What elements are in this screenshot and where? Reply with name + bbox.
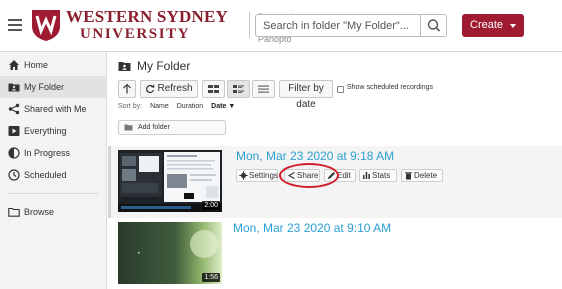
sidebar-divider [8, 193, 98, 194]
arrow-up-icon [123, 83, 131, 94]
home-icon [9, 60, 19, 70]
share-icon [8, 103, 20, 115]
add-folder-icon [124, 124, 133, 131]
sort-bar: Sort by: Name Duration Date ▼ [118, 103, 247, 110]
hamburger-menu-icon[interactable] [8, 19, 22, 31]
sidebar-item-home[interactable]: Home [0, 54, 106, 76]
filter-button-label: Filter by date [288, 83, 324, 110]
create-button-label: Create [470, 19, 504, 31]
chevron-down-icon [510, 24, 516, 28]
search-icon [427, 19, 441, 32]
sidebar-item-label: Shared with Me [24, 104, 87, 114]
recording-title-link[interactable]: Mon, Mar 23 2020 at 9:10 AM [233, 221, 391, 235]
sidebar-item-label: Browse [24, 207, 55, 217]
filter-by-date-button[interactable]: Filter by date [279, 80, 333, 110]
university-name-line2: UNIVERSITY [80, 26, 191, 42]
up-folder-button[interactable] [118, 80, 136, 98]
sidebar: Home My Folder Shared with Me Everything… [0, 52, 107, 289]
trash-icon [405, 172, 412, 180]
recording-thumbnail[interactable]: 2:00 [118, 150, 222, 212]
sidebar-item-label: Home [24, 60, 49, 70]
university-name-line1: WESTERN SYDNEY [66, 7, 228, 26]
list-view-icon [258, 85, 269, 93]
search-button[interactable] [420, 15, 446, 36]
recording-title-link[interactable]: Mon, Mar 23 2020 at 9:18 AM [236, 149, 394, 163]
sidebar-item-in-progress[interactable]: In Progress [0, 142, 106, 164]
top-header: WESTERN SYDNEY UNIVERSITY Powered by Pan… [0, 0, 562, 52]
refresh-icon [146, 84, 155, 94]
folder-icon [8, 207, 20, 217]
toolbar: Refresh Filter by date Show scheduled re… [118, 80, 558, 110]
sidebar-item-label: Everything [24, 126, 67, 136]
edit-label: Edit [337, 171, 351, 180]
sidebar-item-label: In Progress [24, 148, 71, 158]
create-button[interactable]: Create [462, 14, 524, 37]
duration-badge: 2:00 [202, 201, 220, 210]
add-folder-label: Add folder [138, 124, 170, 131]
search-box [255, 14, 447, 37]
gear-icon [239, 171, 248, 180]
sort-by-date-label: Date [211, 103, 227, 110]
sidebar-item-label: My Folder [24, 82, 65, 92]
settings-button[interactable]: Settings [236, 169, 278, 182]
folder-user-icon [118, 62, 131, 71]
refresh-button-label: Refresh [157, 83, 193, 94]
bar-chart-icon [363, 172, 370, 179]
grid-view-icon [208, 85, 219, 93]
recording-row: 2:00 Mon, Mar 23 2020 at 9:18 AM Setting… [108, 146, 562, 218]
sidebar-item-everything[interactable]: Everything [0, 120, 106, 142]
settings-label: Settings [249, 171, 278, 180]
view-details-button[interactable] [227, 80, 250, 98]
progress-icon [8, 147, 20, 159]
folder-title-text: My Folder [137, 59, 191, 73]
sidebar-item-shared-with-me[interactable]: Shared with Me [0, 98, 106, 120]
add-folder-button[interactable]: Add folder [118, 120, 226, 135]
university-wordmark: WESTERN SYDNEY UNIVERSITY [66, 8, 228, 42]
delete-button[interactable]: Delete [401, 169, 443, 182]
sidebar-item-scheduled[interactable]: Scheduled [0, 164, 106, 186]
sidebar-item-my-folder[interactable]: My Folder [0, 76, 106, 98]
share-highlight-annotation [279, 163, 339, 188]
details-view-icon [233, 85, 244, 93]
delete-label: Delete [414, 171, 438, 180]
duration-badge: 1:56 [202, 273, 220, 282]
folder-user-icon [8, 83, 20, 92]
sidebar-item-browse[interactable]: Browse [0, 201, 106, 223]
sidebar-item-label: Scheduled [24, 170, 67, 180]
stats-button[interactable]: Stats [359, 169, 397, 182]
recording-row: 1:56 Mon, Mar 23 2020 at 9:10 AM [108, 218, 562, 289]
main-content: My Folder Refresh Filter by date Show sc… [108, 52, 562, 289]
sort-by-date[interactable]: Date ▼ [211, 103, 241, 110]
sort-by-name[interactable]: Name [150, 103, 169, 110]
show-scheduled-checkbox[interactable] [337, 86, 344, 93]
university-crest-logo [32, 10, 60, 41]
view-grid-button[interactable] [202, 80, 225, 98]
video-play-icon [8, 126, 20, 136]
refresh-button[interactable]: Refresh [140, 80, 198, 98]
clock-icon [8, 169, 20, 181]
panopto-page: WESTERN SYDNEY UNIVERSITY Powered by Pan… [0, 0, 562, 289]
search-input[interactable] [256, 15, 422, 36]
sort-label: Sort by: [118, 103, 143, 110]
sort-by-duration[interactable]: Duration [177, 103, 203, 110]
view-list-button[interactable] [252, 80, 275, 98]
recording-thumbnail[interactable]: 1:56 [118, 222, 222, 284]
stats-label: Stats [372, 171, 391, 180]
show-scheduled-label: Show scheduled recordings [347, 84, 433, 91]
sort-desc-icon: ▼ [228, 103, 236, 110]
